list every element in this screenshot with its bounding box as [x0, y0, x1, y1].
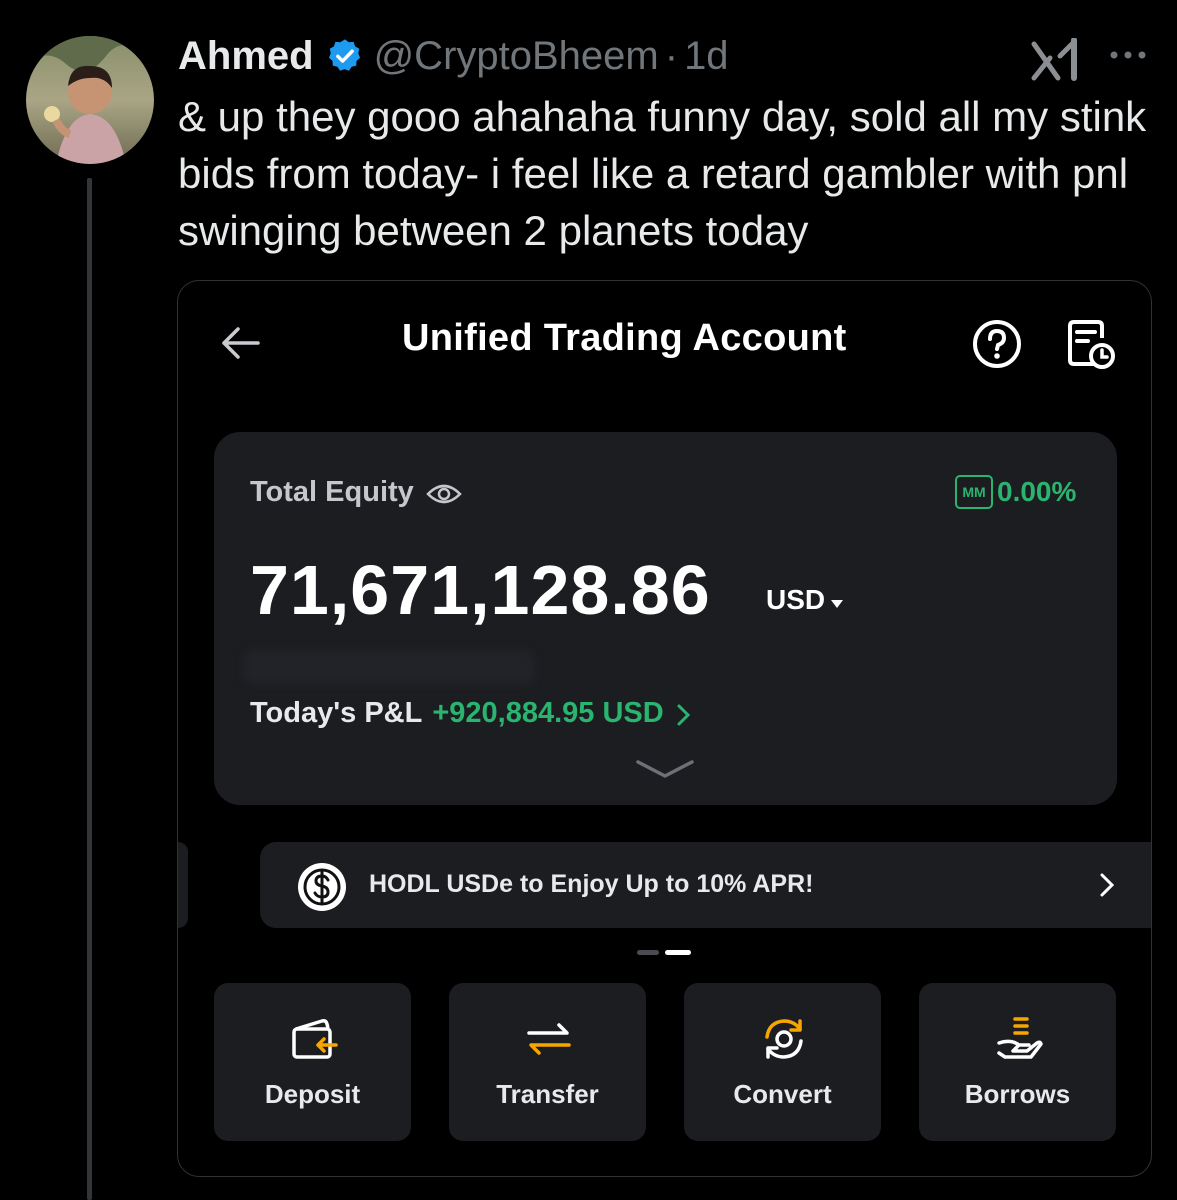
media-card[interactable]: Unified Trading Account Total Equity MM … [177, 280, 1152, 1177]
borrows-button[interactable]: Borrows [919, 983, 1116, 1141]
eye-icon[interactable] [426, 481, 462, 505]
mm-ratio: 0.00% [997, 476, 1077, 507]
caret-down-icon[interactable] [830, 596, 844, 608]
handle[interactable]: @CryptoBheem [374, 34, 659, 79]
tweet-header: Ahmed @CryptoBheem · 1d [178, 30, 729, 82]
help-icon[interactable] [971, 318, 1023, 370]
grok-icon[interactable] [1030, 37, 1082, 82]
deposit-button[interactable]: Deposit [214, 983, 411, 1141]
pnl-value: +920,884.95 USD [432, 697, 664, 729]
borrows-label: Borrows [964, 1079, 1071, 1109]
todays-pnl-row[interactable]: Today's P&L +920,884.95 USD [250, 697, 692, 730]
more-icon[interactable] [1108, 44, 1148, 66]
thread-line [87, 178, 92, 1200]
display-name[interactable]: Ahmed [178, 34, 314, 79]
promo-text: HODL USDe to Enjoy Up to 10% APR! [369, 870, 814, 898]
chevron-right-icon [676, 702, 692, 726]
promo-banner[interactable]: HODL USDe to Enjoy Up to 10% APR! [260, 842, 1151, 928]
history-icon[interactable] [1064, 316, 1116, 372]
total-equity-label: Total Equity [250, 476, 462, 509]
timestamp[interactable]: 1d [684, 34, 729, 79]
tweet-text: & up they gooo ahahaha funny day, sold a… [178, 93, 1147, 254]
separator-dot: · [664, 33, 679, 78]
verified-icon [326, 37, 364, 75]
mm-badge[interactable]: MM [955, 475, 993, 509]
transfer-icon [523, 1013, 575, 1065]
back-arrow-icon[interactable] [218, 321, 262, 365]
total-equity-text: Total Equity [250, 476, 414, 508]
carousel-indicator [637, 950, 693, 956]
currency-selector[interactable]: USD [766, 584, 825, 616]
tweet-view: Ahmed @CryptoBheem · 1d & up they gooo a… [0, 0, 1177, 1200]
chevron-right-icon [1100, 872, 1115, 898]
convert-icon [758, 1013, 810, 1065]
avatar[interactable] [26, 36, 154, 164]
transfer-button[interactable]: Transfer [449, 983, 646, 1141]
equity-card: Total Equity MM 0.00% 71,671,128.86 USD … [214, 432, 1117, 805]
carousel-dot[interactable] [637, 950, 659, 955]
total-equity-value: 71,671,128.86 [250, 551, 711, 629]
page-title: Unified Trading Account [402, 317, 847, 359]
deposit-icon [288, 1013, 340, 1065]
transfer-label: Transfer [496, 1079, 599, 1109]
convert-button[interactable]: Convert [684, 983, 881, 1141]
pnl-label: Today's P&L [250, 697, 423, 729]
borrows-icon [993, 1013, 1045, 1065]
deposit-label: Deposit [264, 1079, 361, 1109]
chevron-down-icon[interactable] [635, 758, 695, 780]
dollar-coin-icon [296, 861, 348, 913]
hidden-balance-strip [244, 650, 534, 684]
carousel-dot-active[interactable] [665, 950, 691, 955]
previous-banner-edge [178, 842, 188, 928]
convert-label: Convert [733, 1079, 832, 1109]
